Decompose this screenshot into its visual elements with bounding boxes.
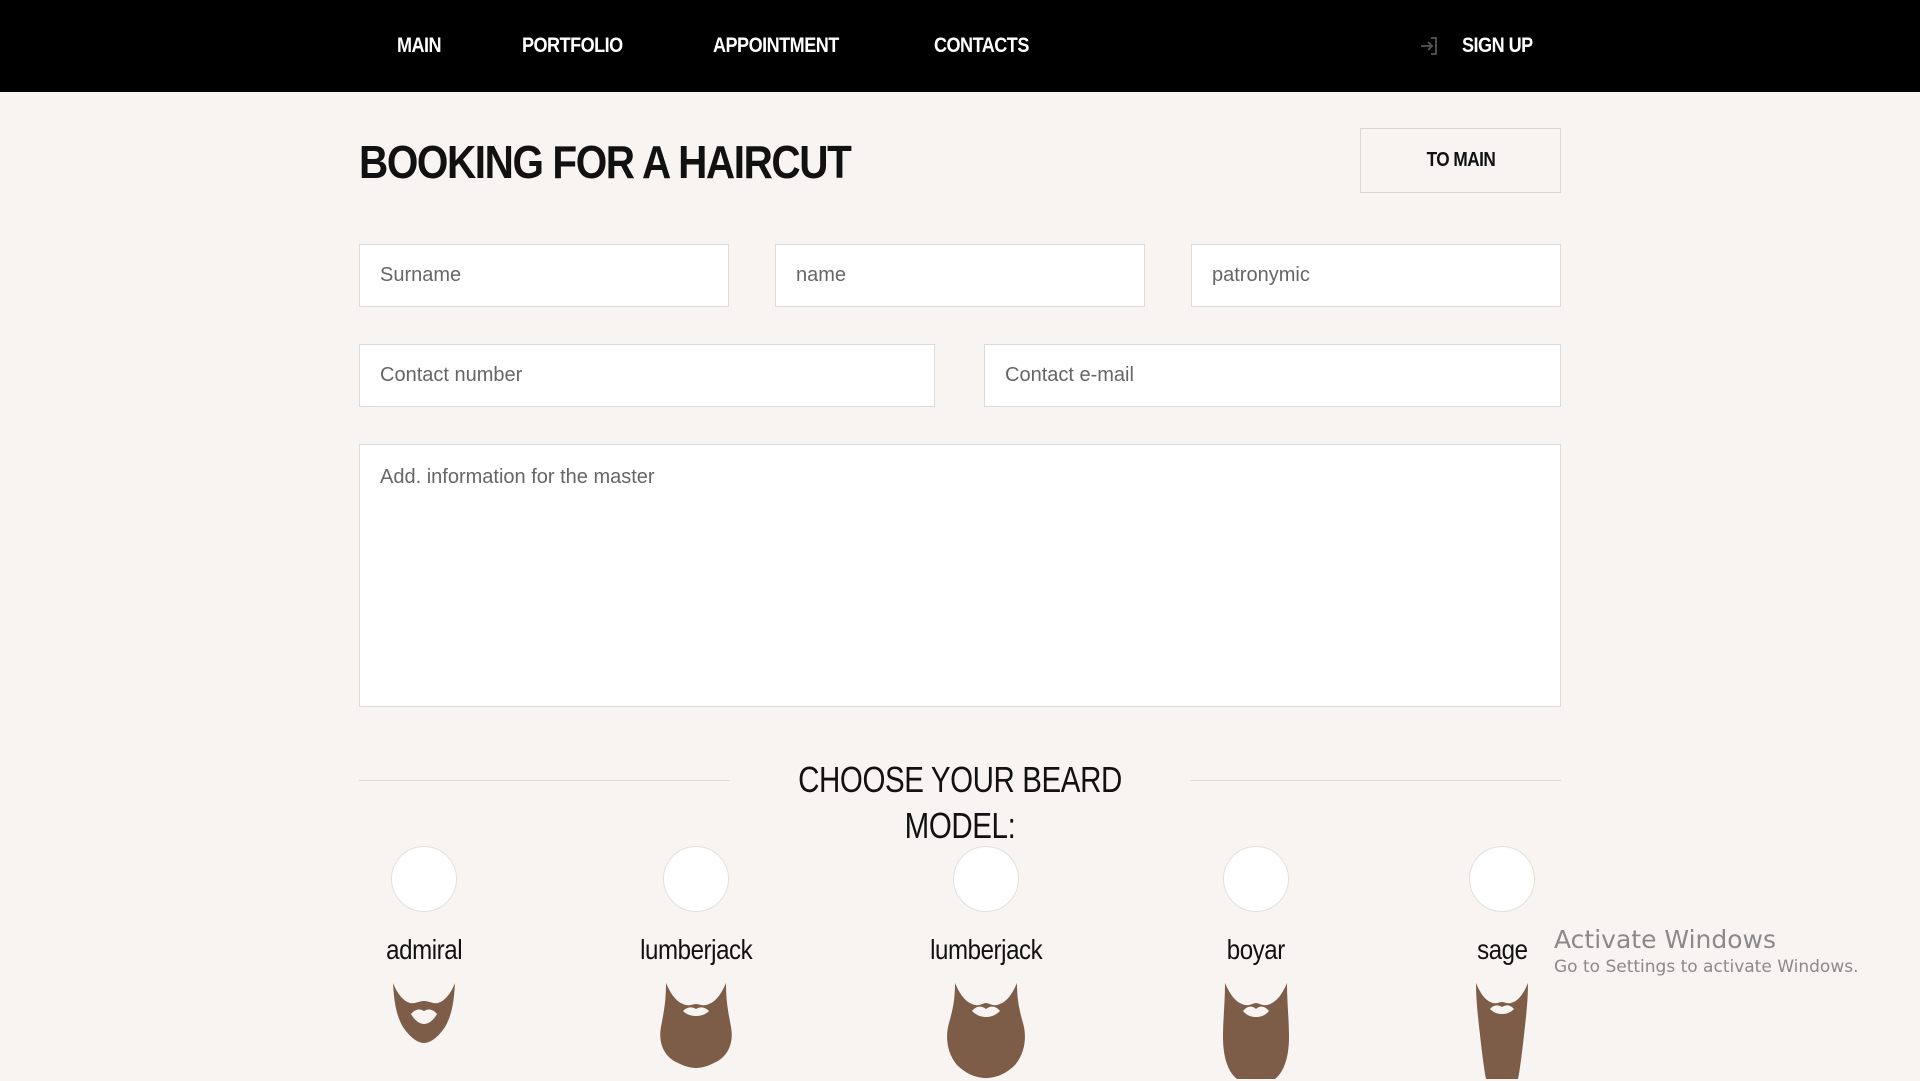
- beard-option-lumberjack[interactable]: lumberjack: [616, 846, 776, 1069]
- signup-button[interactable]: SIGN UP: [1462, 34, 1533, 58]
- beard-radio[interactable]: [663, 846, 729, 912]
- top-navigation-bar: MAIN PORTFOLIO APPOINTMENT CONTACTS SIGN…: [0, 0, 1920, 92]
- lumberjack-beard-icon: [660, 983, 732, 1068]
- beard-radio[interactable]: [953, 846, 1019, 912]
- watermark-title: Activate Windows: [1554, 925, 1776, 954]
- sage-beard-icon: [1476, 983, 1528, 1079]
- beard-option-boyar[interactable]: boyar: [1176, 846, 1336, 1081]
- section-divider-right: [1190, 780, 1561, 781]
- surname-field[interactable]: [359, 244, 729, 307]
- nav-item-portfolio[interactable]: PORTFOLIO: [522, 34, 623, 58]
- to-main-label: TO MAIN: [1426, 149, 1495, 171]
- activate-windows-watermark: Activate Windows Go to Settings to activ…: [1554, 924, 1859, 978]
- full-beard-icon: [947, 983, 1025, 1078]
- admiral-beard-icon: [393, 983, 455, 1043]
- boyar-beard-icon: [1223, 983, 1289, 1079]
- section-divider-left: [359, 780, 730, 781]
- beard-radio[interactable]: [391, 846, 457, 912]
- nav-item-appointment[interactable]: APPOINTMENT: [713, 34, 839, 58]
- name-field[interactable]: [775, 244, 1145, 307]
- beard-label: lumberjack: [929, 934, 1043, 965]
- watermark-subtitle: Go to Settings to activate Windows.: [1554, 957, 1859, 977]
- beard-section-title-text: CHOOSE YOUR BEARD MODEL:: [798, 759, 1122, 846]
- beard-option-lumberjack-full[interactable]: lumberjack: [906, 846, 1066, 1079]
- patronymic-field[interactable]: [1191, 244, 1561, 307]
- beard-radio[interactable]: [1223, 846, 1289, 912]
- beard-label: lumberjack: [639, 934, 753, 965]
- contact-number-field[interactable]: [359, 344, 935, 407]
- sign-in-icon: [1421, 37, 1437, 55]
- beard-label: sage: [1476, 934, 1528, 965]
- beard-label: admiral: [386, 934, 462, 965]
- master-info-textarea[interactable]: [359, 444, 1561, 707]
- nav-item-contacts[interactable]: CONTACTS: [934, 34, 1029, 58]
- beard-section-title: CHOOSE YOUR BEARD MODEL:: [730, 757, 1190, 849]
- page-title: BOOKING FOR A HAIRCUT: [359, 136, 852, 188]
- signup-link-group[interactable]: SIGN UP: [1418, 0, 1544, 92]
- beard-label: boyar: [1226, 934, 1286, 965]
- beard-radio[interactable]: [1469, 846, 1535, 912]
- to-main-button[interactable]: TO MAIN: [1360, 128, 1561, 193]
- beard-option-admiral[interactable]: admiral: [344, 846, 504, 1045]
- nav-item-main[interactable]: MAIN: [397, 34, 442, 58]
- contact-email-field[interactable]: [984, 344, 1561, 407]
- main-nav: MAIN PORTFOLIO APPOINTMENT CONTACTS: [397, 0, 1044, 92]
